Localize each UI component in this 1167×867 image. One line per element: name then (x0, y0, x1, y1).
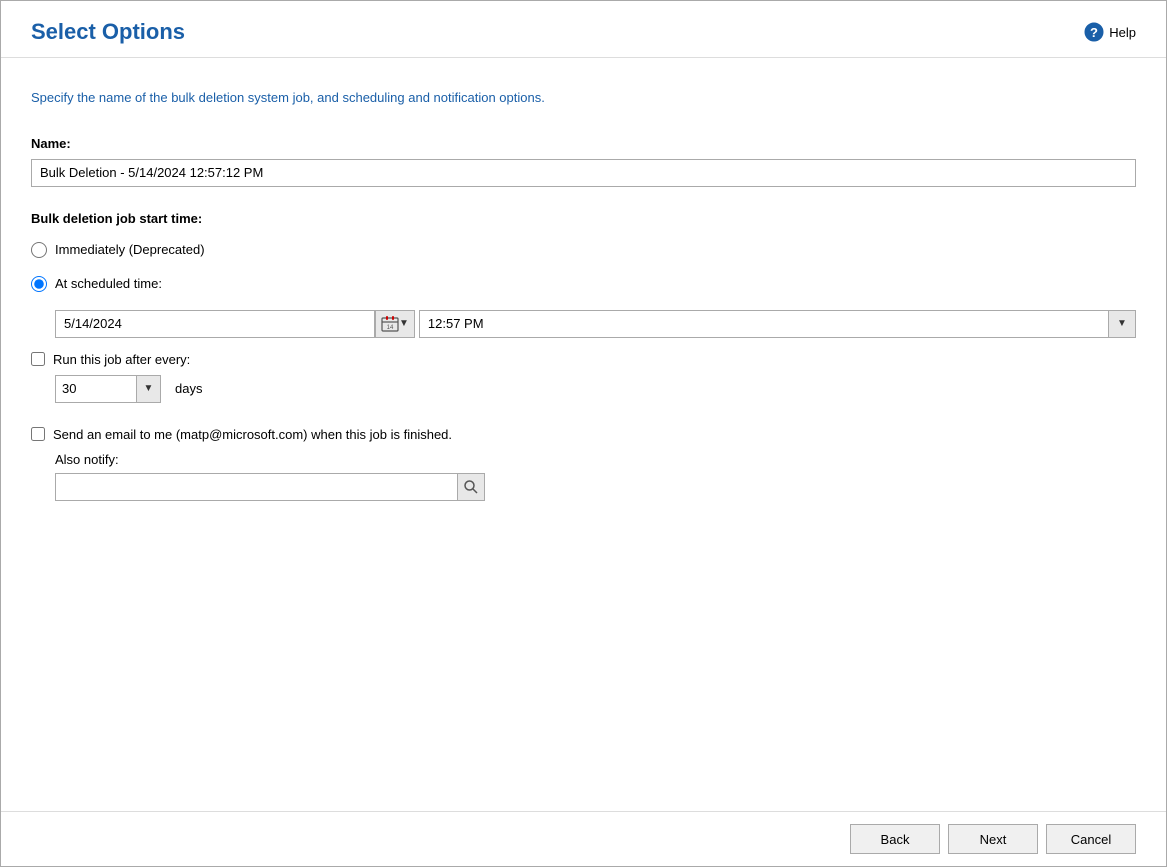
cancel-button[interactable]: Cancel (1046, 824, 1136, 854)
also-notify-input[interactable] (55, 473, 457, 501)
also-notify-wrapper (55, 473, 485, 501)
send-email-checkbox[interactable] (31, 427, 45, 441)
scheduled-label: At scheduled time: (55, 276, 162, 291)
email-label: Send an email to me (matp@microsoft.com)… (53, 427, 452, 442)
name-field-group: Name: (31, 136, 1136, 187)
immediately-radio-row: Immediately (Deprecated) (31, 242, 1136, 258)
immediately-radio[interactable] (31, 242, 47, 258)
email-group: Send an email to me (matp@microsoft.com)… (31, 427, 1136, 501)
content-area: Specify the name of the bulk deletion sy… (1, 58, 1166, 811)
days-chevron-icon: ▼ (144, 383, 154, 394)
email-row: Send an email to me (matp@microsoft.com)… (31, 427, 1136, 442)
description-text: Specify the name of the bulk deletion sy… (31, 88, 1136, 108)
back-button[interactable]: Back (850, 824, 940, 854)
also-notify-search-button[interactable] (457, 473, 485, 501)
time-input[interactable] (419, 310, 1108, 338)
header: Select Options ? Help (1, 1, 1166, 58)
scheduled-radio-row: At scheduled time: (31, 276, 1136, 292)
time-chevron-icon: ▼ (1117, 318, 1127, 329)
time-dropdown-button[interactable]: ▼ (1108, 310, 1136, 338)
run-after-label: Run this job after every: (53, 352, 190, 367)
days-label: days (175, 381, 202, 396)
help-icon: ? (1084, 22, 1104, 42)
page-title: Select Options (31, 19, 185, 45)
days-input[interactable] (56, 376, 136, 402)
search-icon (463, 479, 479, 495)
days-select: ▼ (55, 375, 161, 403)
help-label: Help (1109, 25, 1136, 40)
start-time-label: Bulk deletion job start time: (31, 211, 1136, 226)
svg-text:?: ? (1090, 25, 1098, 40)
calendar-button[interactable]: 14 ▼ (375, 310, 415, 338)
footer: Back Next Cancel (1, 811, 1166, 866)
calendar-icon: 14 (381, 315, 399, 333)
time-input-wrapper: ▼ (419, 310, 1136, 338)
immediately-label: Immediately (Deprecated) (55, 242, 205, 257)
page-wrapper: Select Options ? Help Specify the name o… (0, 0, 1167, 867)
days-dropdown-button[interactable]: ▼ (136, 376, 160, 402)
also-notify-label: Also notify: (55, 452, 1136, 467)
run-after-row: Run this job after every: (31, 352, 1136, 367)
name-input[interactable] (31, 159, 1136, 187)
help-link[interactable]: ? Help (1084, 22, 1136, 42)
run-after-inner: ▼ days (55, 375, 1136, 403)
start-time-group: Bulk deletion job start time: Immediatel… (31, 211, 1136, 403)
next-button[interactable]: Next (948, 824, 1038, 854)
run-after-checkbox[interactable] (31, 352, 45, 366)
scheduled-radio[interactable] (31, 276, 47, 292)
date-time-row: 14 ▼ ▼ (55, 310, 1136, 338)
name-label: Name: (31, 136, 1136, 151)
date-input[interactable] (55, 310, 375, 338)
calendar-chevron-icon: ▼ (399, 318, 409, 329)
svg-text:14: 14 (387, 325, 394, 331)
